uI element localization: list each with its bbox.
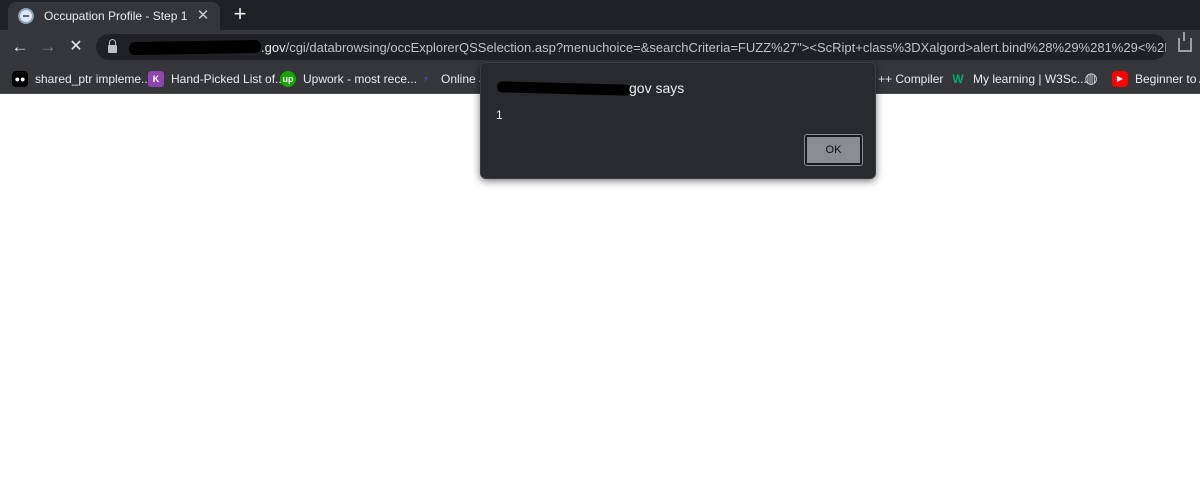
- bookmark-youtube[interactable]: ▶ Beginner to Ac: [1112, 70, 1200, 88]
- browser-toolbar: ← → ✕ .gov/cgi/databrowsing/occExplorerQ…: [0, 30, 1200, 64]
- dialog-title: gov says: [629, 80, 685, 96]
- youtube-icon: ▶: [1112, 71, 1128, 87]
- url-host: .gov: [261, 39, 286, 55]
- redaction-mark: [496, 81, 632, 96]
- bookmark-w3schools[interactable]: W My learning | W3Sc...: [950, 70, 1087, 88]
- bookmark-compiler[interactable]: ++ Compiler: [878, 70, 943, 88]
- alert-dialog: gov says 1 OK: [480, 62, 876, 179]
- bookmark-label: My learning | W3Sc...: [973, 72, 1087, 86]
- address-bar[interactable]: .gov/cgi/databrowsing/occExplorerQSSelec…: [96, 34, 1166, 60]
- tab-strip: Occupation Profile - Step 1 ✕ +: [0, 0, 1200, 30]
- back-arrow-icon[interactable]: ←: [8, 35, 32, 59]
- stop-loading-icon[interactable]: ✕: [64, 35, 88, 59]
- forward-arrow-icon[interactable]: →: [36, 35, 60, 59]
- ok-button[interactable]: OK: [804, 134, 863, 166]
- bolt-icon: ⚡: [422, 74, 430, 84]
- tab-occupation-profile[interactable]: Occupation Profile - Step 1 ✕: [8, 2, 220, 30]
- bookmark-upwork[interactable]: up Upwork - most rece...: [280, 70, 417, 88]
- bookmark-label: Beginner to Ac: [1135, 72, 1200, 86]
- bookmark-label: shared_ptr impleme...: [35, 72, 152, 86]
- globe-icon: ◍: [1084, 70, 1098, 87]
- bookmark-label: Hand-Picked List of...: [171, 72, 286, 86]
- bookmark-globe[interactable]: ◍: [1083, 70, 1106, 88]
- url-path: /cgi/databrowsing/occExplorerQSSelection…: [285, 39, 1166, 55]
- bookmark-hand-picked[interactable]: K Hand-Picked List of...: [148, 70, 285, 88]
- upwork-icon: up: [280, 71, 296, 87]
- new-tab-button[interactable]: +: [228, 3, 252, 27]
- medium-icon: ●●: [12, 71, 28, 87]
- redaction-mark: [128, 39, 262, 55]
- lock-icon[interactable]: [108, 39, 117, 53]
- bookmark-shared-ptr[interactable]: ●● shared_ptr impleme...: [12, 70, 151, 88]
- tab-close-icon[interactable]: ✕: [194, 7, 212, 25]
- share-icon[interactable]: [1178, 32, 1192, 52]
- dialog-message: 1: [496, 108, 503, 122]
- k-icon: K: [148, 71, 164, 87]
- w3schools-icon: W: [952, 72, 964, 86]
- tab-title: Occupation Profile - Step 1: [44, 9, 188, 23]
- bookmark-label: ++ Compiler: [878, 72, 944, 86]
- site-favicon-icon: [18, 8, 34, 24]
- url-text[interactable]: .gov/cgi/databrowsing/occExplorerQSSelec…: [261, 40, 1166, 55]
- bookmark-label: Upwork - most rece...: [303, 72, 418, 86]
